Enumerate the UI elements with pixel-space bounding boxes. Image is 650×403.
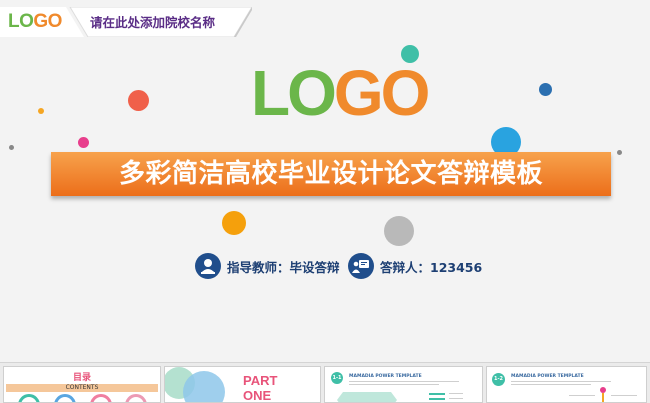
hexagon-shape [337,392,397,402]
thumbnail-slide-contents[interactable]: 目录 CONTENTS [3,366,161,403]
main-logo: LOGO [251,57,431,129]
decor-dot-silver [384,216,414,246]
advisor-info: 指导教师：毕设答辩 [195,253,340,279]
contents-item-3 [90,394,112,402]
header-logo-part2: GO [33,11,62,32]
header-tab: LOGO 请在此处添加院校名称 [0,7,252,37]
respondent-label[interactable]: 答辩人：123456 [380,257,482,276]
decor-dot-orange [222,211,246,235]
decor-dot-red [128,90,149,111]
presentation-title[interactable]: 多彩简洁高校毕业设计论文答辩模板 [51,152,611,196]
respondent-info: 答辩人：123456 [348,253,482,279]
text-line [449,393,463,394]
decor-dot-navy [539,83,552,96]
contents-item-2 [54,394,76,402]
header-logo-part1: LO [8,11,34,32]
decor-dot-pink [78,137,89,148]
text-line [611,395,637,396]
part-line2: ONE [243,388,272,403]
text-line [429,398,445,400]
school-name-placeholder[interactable]: 请在此处添加院校名称 [90,15,215,31]
contents-title: 目录 [72,373,91,383]
thumbnail-slide-part-one[interactable]: PART ONE [164,366,321,403]
thumbnail-slide-1-1[interactable]: 1-1 MAMADIA POWER TEMPLATE [324,366,483,403]
title-banner: 多彩简洁高校毕业设计论文答辩模板 [51,152,611,196]
decor-dot-yellow [38,108,44,114]
main-logo-part1: LO [251,57,337,129]
part-bubble-blue [183,371,225,402]
decor-dot-gray-left [9,145,14,150]
text-line [429,393,445,395]
contents-subtitle: CONTENTS [65,384,99,391]
text-line [449,398,463,399]
text-line [511,381,611,382]
text-line [349,381,459,382]
marker-stem [602,393,604,402]
contents-item-4 [125,394,147,402]
part-heading: PART ONE [243,373,278,403]
section-badge: 1-2 [492,373,505,386]
section-badge: 1-1 [331,372,343,384]
text-line [349,384,439,385]
part-line1: PART [243,373,278,388]
contents-item-1 [18,394,40,402]
decor-dot-gray-right [617,150,622,155]
thumbnail-slide-1-2[interactable]: 1-2 MAMADIA POWER TEMPLATE [486,366,647,403]
slide-canvas: LOGO 请在此处添加院校名称 LOGO 多彩简洁高校毕业设计论文答辩模板 指导… [0,0,650,363]
advisor-label[interactable]: 指导教师：毕设答辩 [227,257,340,276]
presentation-icon [348,253,374,279]
section-heading: MAMADIA POWER TEMPLATE [511,374,584,379]
text-line [511,384,591,385]
section-heading: MAMADIA POWER TEMPLATE [349,374,422,379]
header-logo: LOGO [8,12,62,32]
text-line [569,395,595,396]
person-icon [195,253,221,279]
main-logo-part2: GO [333,57,431,129]
